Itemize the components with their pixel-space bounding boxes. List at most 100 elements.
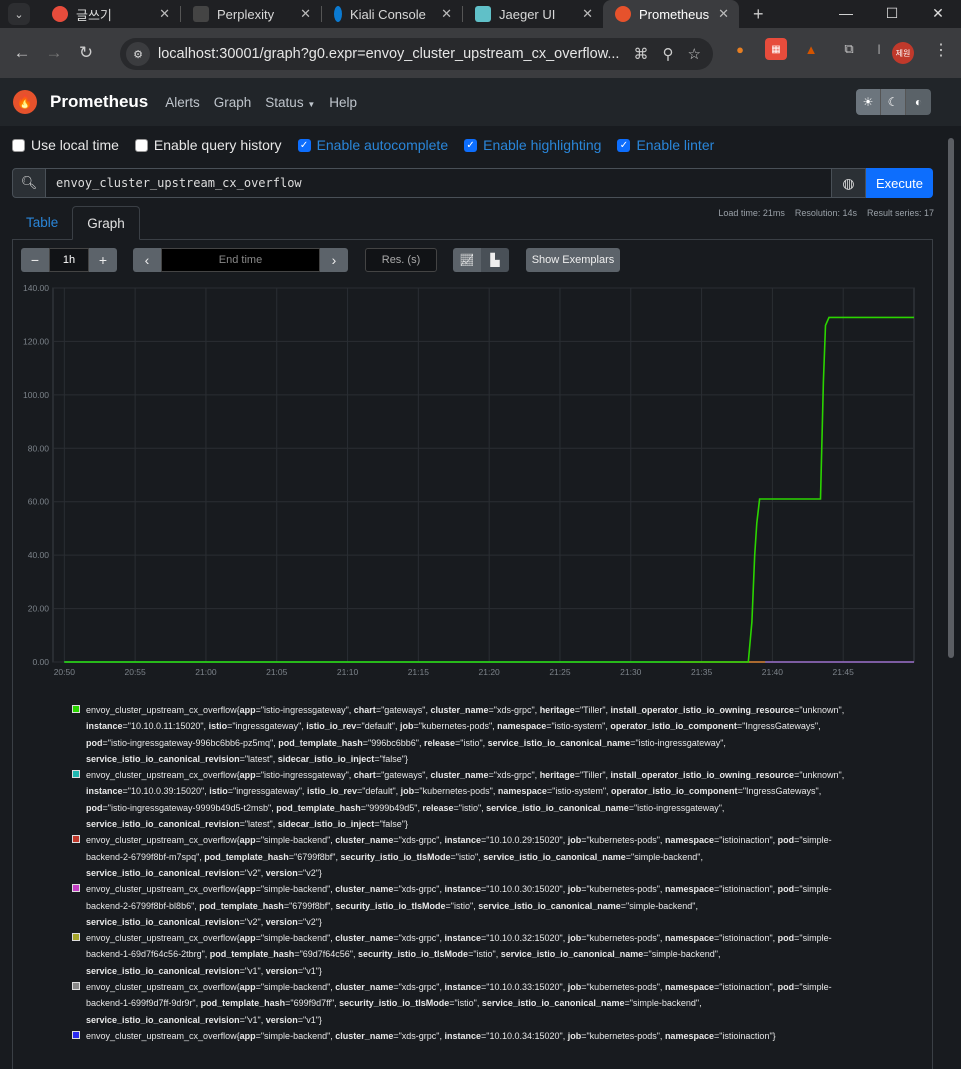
forward-icon[interactable]: → (38, 43, 70, 63)
legend-label: envoy_cluster_upstream_cx_overflow{app="… (86, 1030, 776, 1041)
dark-theme-icon[interactable]: ☾ (881, 89, 906, 115)
nav-help[interactable]: Help (329, 95, 357, 110)
y-axis: 0.00 20.00 40.00 60.00 80.00 100.00 120.00 140.… (23, 283, 49, 667)
browser-menu-icon[interactable]: ⋮ (933, 40, 949, 60)
y-tick-label: 140.00 (23, 283, 49, 293)
browser-tab[interactable]: 글쓰기 ✕ (40, 0, 180, 28)
browser-tab-active[interactable]: Prometheus ✕ (603, 0, 739, 28)
tab-favicon (615, 6, 631, 22)
sidepanel-icon[interactable]: | (868, 38, 890, 60)
y-tick-label: 20.00 (28, 604, 50, 614)
legend-item[interactable]: envoy_cluster_upstream_cx_overflow{app="… (72, 767, 862, 832)
increase-range-button[interactable]: + (89, 248, 117, 272)
option-enable-query-history[interactable]: Enable query history (134, 137, 282, 153)
extension-icon[interactable]: ● (729, 38, 751, 60)
tab-favicon (334, 6, 342, 22)
x-axis: 20:50 20:55 21:00 21:05 21:10 21:15 21:20 21:25… (54, 667, 854, 677)
zoom-icon[interactable]: ⚲ (663, 45, 674, 63)
execute-button[interactable]: Execute (866, 168, 933, 198)
legend-swatch (72, 770, 80, 779)
legend-swatch (72, 982, 80, 991)
end-time-input[interactable]: End time (161, 248, 320, 272)
x-tick-label: 21:30 (620, 667, 642, 677)
maximize-icon[interactable]: ☐ (869, 0, 915, 28)
option-enable-autocomplete[interactable]: ✓ Enable autocomplete (297, 137, 449, 153)
checkbox-checked[interactable]: ✓ (464, 138, 478, 152)
decrease-range-button[interactable]: − (21, 248, 49, 272)
extension-icon[interactable]: ▲ (800, 38, 822, 60)
back-icon[interactable]: ← (6, 43, 38, 63)
close-tab-icon[interactable]: ✕ (159, 6, 170, 22)
x-tick-label: 21:10 (337, 667, 359, 677)
x-tick-label: 21:15 (408, 667, 430, 677)
auto-theme-icon[interactable]: ◐ (906, 89, 931, 115)
legend-item[interactable]: envoy_cluster_upstream_cx_overflow{app="… (72, 979, 862, 1028)
option-label: Enable autocomplete (316, 137, 449, 153)
stacked-chart-icon[interactable]: ▙ (481, 248, 509, 272)
legend-item[interactable]: envoy_cluster_upstream_cx_overflow{app="… (72, 1028, 862, 1044)
light-theme-icon[interactable]: ☀ (856, 89, 881, 115)
y-tick-label: 120.00 (23, 336, 49, 346)
legend-label: envoy_cluster_upstream_cx_overflow{app="… (86, 770, 845, 830)
resolution-input[interactable]: Res. (s) (365, 248, 437, 272)
checkbox-checked[interactable]: ✓ (617, 138, 631, 152)
legend-item[interactable]: envoy_cluster_upstream_cx_overflow{app="… (72, 702, 862, 767)
x-tick-label: 20:50 (54, 667, 76, 677)
close-tab-icon[interactable]: ✕ (718, 6, 729, 22)
minimize-icon[interactable]: — (823, 0, 869, 28)
show-exemplars-button[interactable]: Show Exemplars (526, 248, 620, 272)
metrics-explorer-icon[interactable]: ◍ (832, 168, 866, 198)
translate-icon[interactable]: ⌘ (634, 45, 649, 63)
range-input[interactable]: 1h (49, 248, 89, 272)
tab-table[interactable]: Table (12, 206, 72, 240)
legend-swatch (72, 1030, 80, 1039)
tab-graph[interactable]: Graph (72, 206, 140, 240)
legend-item[interactable]: envoy_cluster_upstream_cx_overflow{app="… (72, 881, 862, 930)
checkbox-checked[interactable]: ✓ (297, 138, 311, 152)
y-tick-label: 80.00 (28, 443, 50, 453)
browser-tab[interactable]: Kiali Console ✕ (322, 0, 462, 28)
graph-chart[interactable]: 0.00 20.00 40.00 60.00 80.00 100.00 120.00 140.… (12, 280, 933, 685)
close-tab-icon[interactable]: ✕ (300, 6, 311, 22)
site-info-icon[interactable]: ⚙ (126, 42, 150, 66)
new-tab-icon[interactable]: + (753, 4, 764, 25)
extensions-puzzle-icon[interactable]: ⧉ (838, 38, 860, 60)
previous-time-button[interactable]: ‹ (133, 248, 161, 272)
prometheus-logo-icon[interactable]: 🔥 (13, 90, 37, 114)
close-tab-icon[interactable]: ✕ (582, 6, 593, 22)
checkbox-unchecked[interactable] (12, 138, 25, 152)
expression-input[interactable]: envoy_cluster_upstream_cx_overflow (46, 168, 832, 198)
legend-item[interactable]: envoy_cluster_upstream_cx_overflow{app="… (72, 832, 862, 881)
extension-icon[interactable]: ▦ (765, 38, 787, 60)
legend-label: envoy_cluster_upstream_cx_overflow{app="… (86, 982, 832, 1025)
option-use-local-time[interactable]: Use local time (12, 137, 119, 153)
result-series: Result series: 17 (866, 208, 934, 218)
nav-alerts[interactable]: Alerts (165, 95, 200, 110)
browser-tab[interactable]: Perplexity ✕ (181, 0, 321, 28)
close-tab-icon[interactable]: ✕ (441, 6, 452, 22)
option-enable-highlighting[interactable]: ✓ Enable highlighting (464, 137, 601, 153)
reload-icon[interactable]: ↻ (70, 43, 102, 63)
legend-swatch (72, 705, 80, 713)
tab-favicon (475, 6, 491, 22)
brand-title[interactable]: Prometheus (50, 92, 148, 112)
option-enable-linter[interactable]: ✓ Enable linter (617, 137, 714, 153)
nav-graph[interactable]: Graph (214, 95, 252, 110)
checkbox-unchecked[interactable] (134, 138, 148, 152)
legend-item[interactable]: envoy_cluster_upstream_cx_overflow{app="… (72, 930, 862, 979)
profile-avatar[interactable]: 제원 (892, 42, 914, 64)
address-bar[interactable]: ⚙ localhost:30001/graph?g0.expr=envoy_cl… (120, 38, 713, 70)
range-control: − 1h + (21, 248, 117, 272)
query-options: Use local time Enable query history ✓ En… (12, 137, 730, 153)
next-time-button[interactable]: › (320, 248, 348, 272)
browser-tab-bar: ⌄ 글쓰기 ✕ Perplexity ✕ Kiali Console ✕ Jae… (0, 0, 961, 28)
tab-search-icon[interactable]: ⌄ (8, 3, 30, 25)
page-scrollbar[interactable] (948, 138, 954, 658)
line-chart-icon[interactable]: 📈︎ (453, 248, 481, 272)
close-window-icon[interactable]: ✕ (915, 0, 961, 28)
theme-toggle: ☀ ☾ ◐ (856, 89, 931, 115)
browser-toolbar: ← → ↻ ⚙ localhost:30001/graph?g0.expr=en… (0, 28, 961, 78)
nav-status[interactable]: Status ▼ (265, 95, 315, 110)
browser-tab[interactable]: Jaeger UI ✕ (463, 0, 603, 28)
bookmark-star-icon[interactable]: ☆ (688, 45, 701, 63)
